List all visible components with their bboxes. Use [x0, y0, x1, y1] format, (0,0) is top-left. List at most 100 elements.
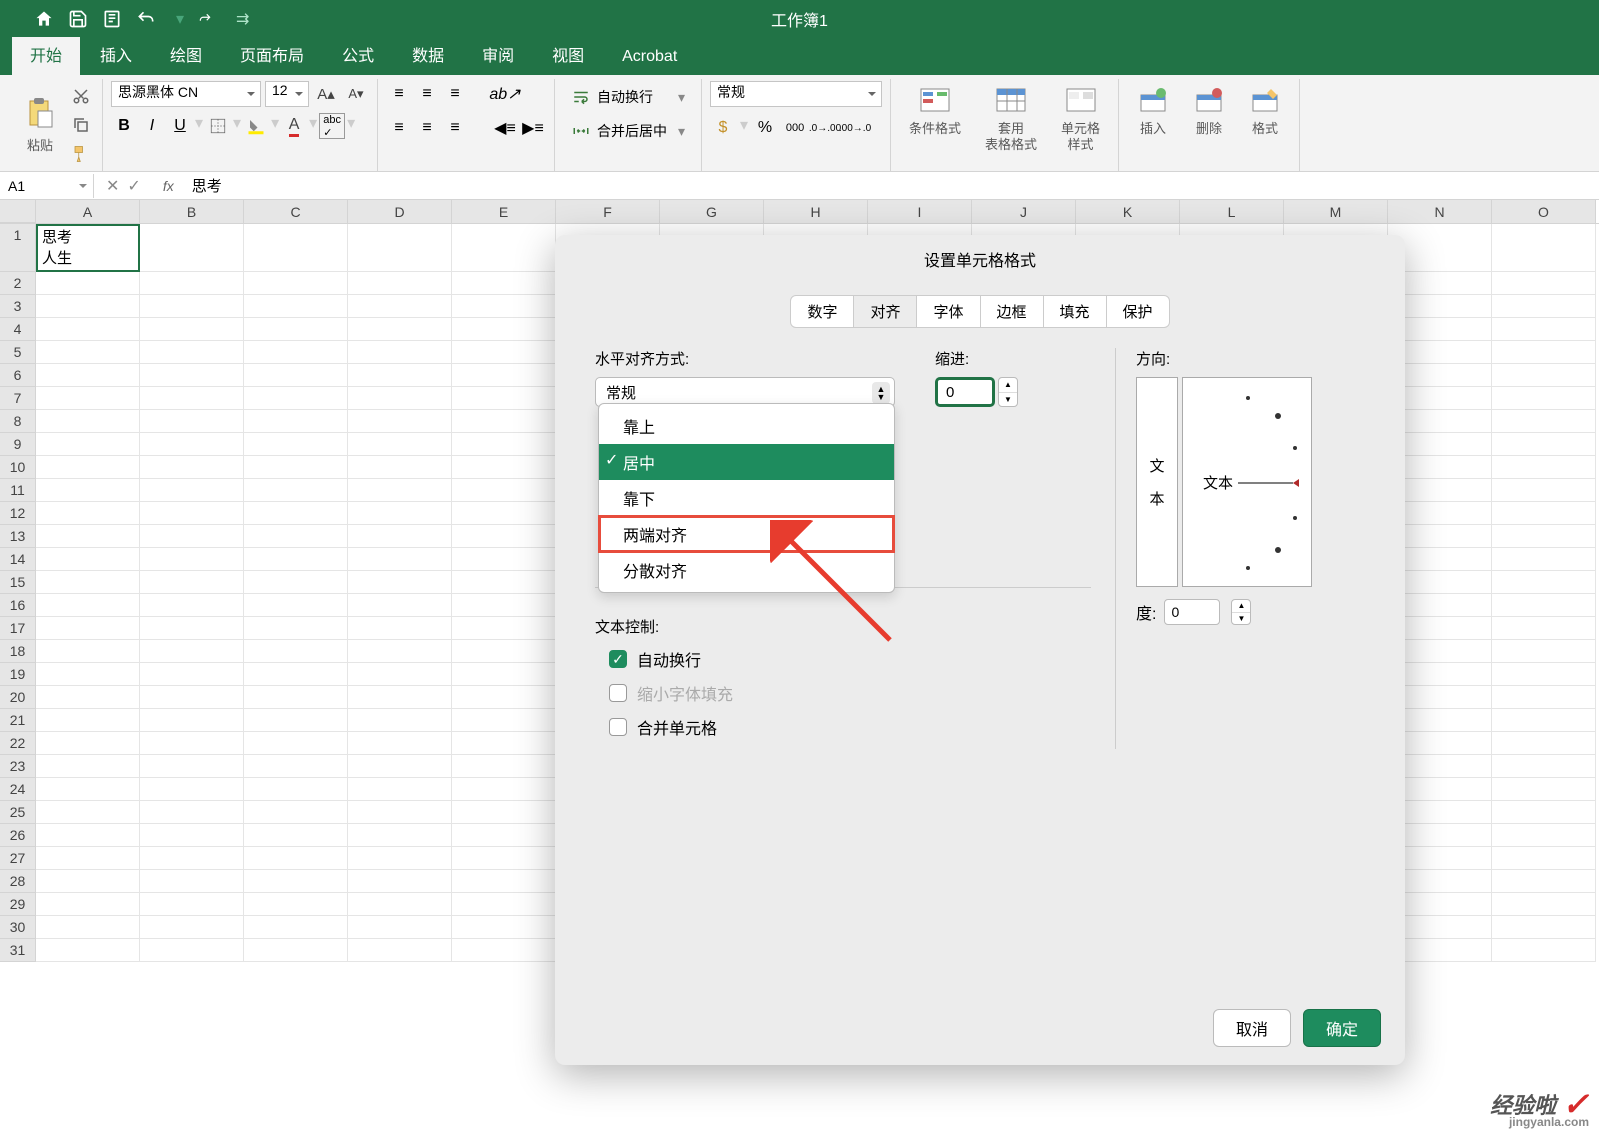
currency-icon[interactable]: $ — [710, 115, 736, 141]
row-header[interactable]: 17 — [0, 617, 36, 640]
orientation-dial[interactable]: 文本 — [1182, 377, 1312, 587]
cell[interactable] — [1492, 525, 1596, 548]
cell[interactable] — [244, 663, 348, 686]
cell[interactable] — [36, 594, 140, 617]
cell[interactable] — [36, 824, 140, 847]
row-header[interactable]: 8 — [0, 410, 36, 433]
format-cells-button[interactable]: 格式 — [1239, 81, 1291, 169]
cell[interactable] — [1492, 778, 1596, 801]
decrease-decimal-icon[interactable]: .00→.0 — [842, 115, 868, 141]
row-header[interactable]: 22 — [0, 732, 36, 755]
merge-checkbox[interactable] — [609, 718, 627, 736]
column-header[interactable]: M — [1284, 200, 1388, 223]
cell[interactable] — [1492, 456, 1596, 479]
row-header[interactable]: 20 — [0, 686, 36, 709]
cell[interactable] — [36, 479, 140, 502]
tab-view[interactable]: 视图 — [534, 34, 602, 75]
underline-button[interactable]: U — [167, 113, 193, 139]
cell[interactable] — [348, 318, 452, 341]
row-header[interactable]: 16 — [0, 594, 36, 617]
cell[interactable] — [36, 801, 140, 824]
cell[interactable] — [140, 847, 244, 870]
cell[interactable] — [244, 456, 348, 479]
font-color-button[interactable]: A — [281, 113, 307, 139]
cell[interactable] — [140, 870, 244, 893]
cell[interactable] — [140, 224, 244, 272]
cell[interactable] — [452, 272, 556, 295]
cell[interactable] — [348, 364, 452, 387]
cell[interactable] — [244, 870, 348, 893]
print-icon[interactable] — [102, 9, 122, 29]
cell[interactable] — [140, 433, 244, 456]
cell[interactable] — [452, 525, 556, 548]
indent-input[interactable] — [935, 377, 995, 407]
cell[interactable] — [36, 272, 140, 295]
cell[interactable] — [140, 617, 244, 640]
align-top-icon[interactable]: ≡ — [386, 81, 412, 107]
cell[interactable] — [36, 847, 140, 870]
cell[interactable] — [1492, 594, 1596, 617]
cell[interactable] — [244, 916, 348, 939]
cell[interactable] — [1492, 341, 1596, 364]
cell[interactable] — [1492, 433, 1596, 456]
cell[interactable] — [140, 387, 244, 410]
paste-button[interactable]: 粘贴 — [16, 81, 64, 169]
cancel-formula-icon[interactable]: ✕ — [106, 176, 119, 196]
cell[interactable] — [140, 893, 244, 916]
cell[interactable] — [244, 224, 348, 272]
cell[interactable] — [1492, 893, 1596, 916]
cell[interactable] — [1492, 663, 1596, 686]
row-header[interactable]: 27 — [0, 847, 36, 870]
cell[interactable] — [140, 525, 244, 548]
row-header[interactable]: 23 — [0, 755, 36, 778]
cell[interactable] — [244, 433, 348, 456]
cell[interactable] — [1492, 387, 1596, 410]
column-header[interactable]: G — [660, 200, 764, 223]
tab-layout[interactable]: 页面布局 — [222, 34, 322, 75]
cell[interactable] — [1492, 364, 1596, 387]
cell[interactable] — [36, 893, 140, 916]
bold-button[interactable]: B — [111, 113, 137, 139]
cell[interactable] — [140, 663, 244, 686]
cell[interactable] — [140, 272, 244, 295]
decrease-font-icon[interactable]: A▾ — [343, 81, 369, 107]
cell[interactable] — [36, 755, 140, 778]
font-size-select[interactable]: 12 — [265, 81, 309, 107]
cell[interactable] — [244, 548, 348, 571]
cell[interactable] — [452, 778, 556, 801]
tab-font[interactable]: 字体 — [917, 295, 980, 328]
cell[interactable] — [348, 341, 452, 364]
cell[interactable] — [348, 502, 452, 525]
cell[interactable] — [140, 341, 244, 364]
row-header[interactable]: 12 — [0, 502, 36, 525]
column-header[interactable]: K — [1076, 200, 1180, 223]
fill-color-button[interactable] — [243, 113, 269, 139]
row-header[interactable]: 10 — [0, 456, 36, 479]
cell[interactable] — [452, 916, 556, 939]
phonetic-button[interactable]: abc✓ — [319, 113, 345, 139]
italic-button[interactable]: I — [139, 113, 165, 139]
cell[interactable] — [140, 571, 244, 594]
cell[interactable] — [348, 410, 452, 433]
cell[interactable] — [244, 272, 348, 295]
row-header[interactable]: 25 — [0, 801, 36, 824]
cell[interactable] — [244, 479, 348, 502]
dropdown-item-top[interactable]: 靠上 — [599, 408, 894, 444]
cell[interactable] — [36, 410, 140, 433]
cell[interactable] — [348, 732, 452, 755]
row-header[interactable]: 13 — [0, 525, 36, 548]
border-button[interactable] — [205, 113, 231, 139]
cell[interactable] — [348, 456, 452, 479]
cell[interactable] — [36, 663, 140, 686]
wrap-text-checkbox[interactable]: ✓ — [609, 650, 627, 668]
cell[interactable] — [140, 916, 244, 939]
cell[interactable] — [1492, 801, 1596, 824]
row-header[interactable]: 1 — [0, 224, 36, 272]
row-header[interactable]: 7 — [0, 387, 36, 410]
cell[interactable] — [36, 364, 140, 387]
row-header[interactable]: 19 — [0, 663, 36, 686]
cell[interactable] — [244, 939, 348, 962]
cell[interactable] — [452, 318, 556, 341]
tab-review[interactable]: 审阅 — [464, 34, 532, 75]
cell[interactable] — [1492, 640, 1596, 663]
